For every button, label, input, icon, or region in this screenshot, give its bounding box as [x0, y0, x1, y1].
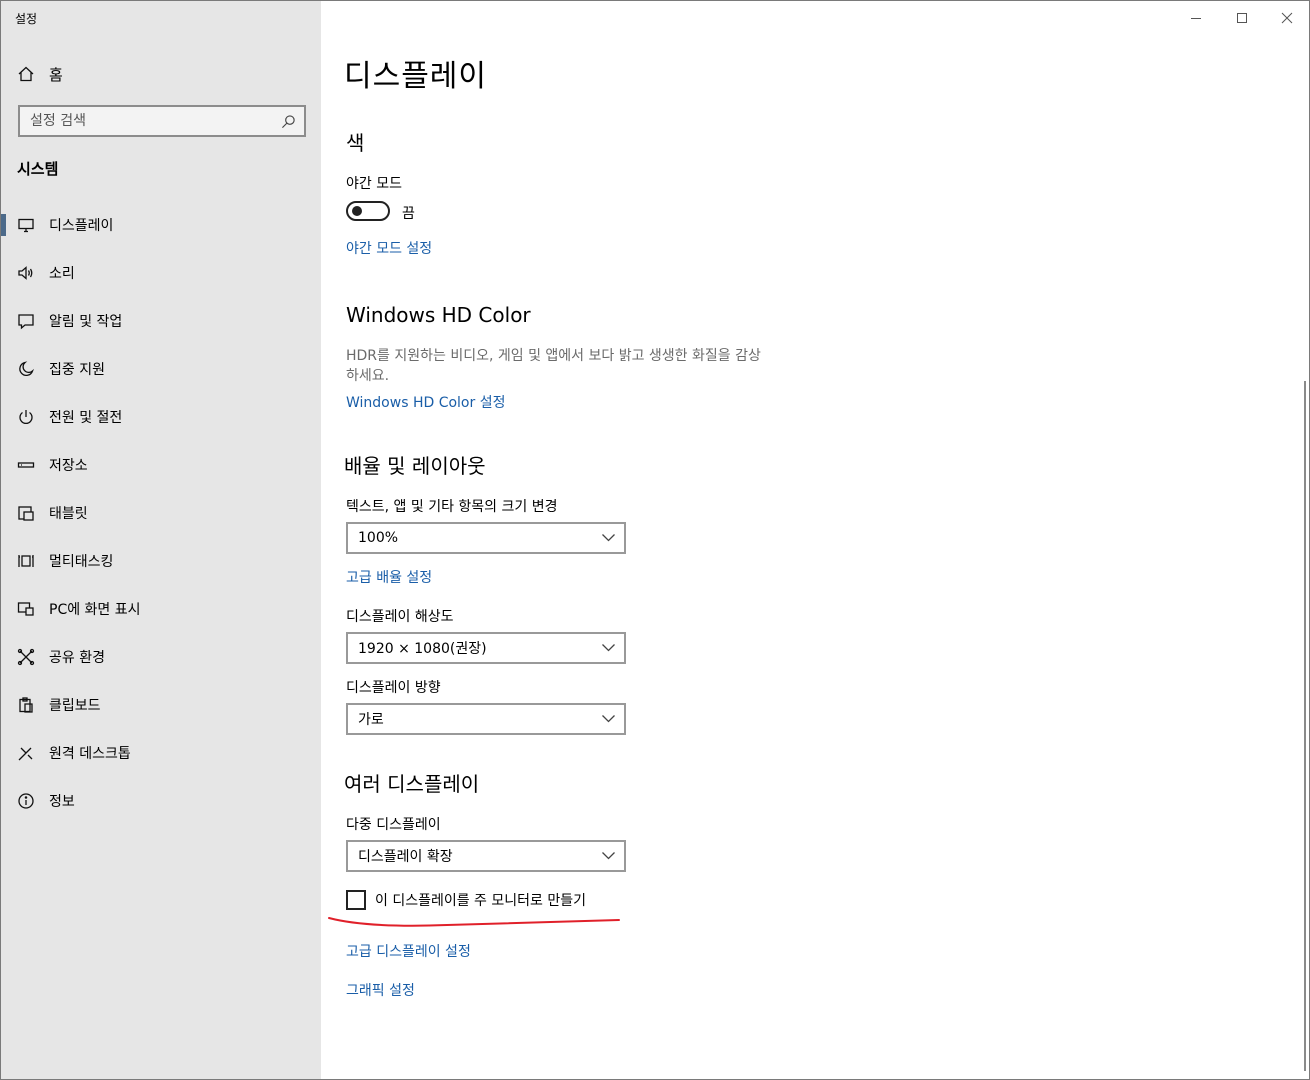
sidebar-item-clipboard[interactable]: 클립보드	[1, 681, 321, 729]
sidebar-item-label: 알림 및 작업	[49, 314, 123, 330]
sidebar-item-remote-desktop[interactable]: 원격 데스크톱	[1, 729, 321, 777]
page-title: 디스플레이	[344, 59, 487, 94]
remote-desktop-icon	[17, 744, 35, 762]
project-icon	[17, 600, 35, 618]
sidebar-item-shared-experience[interactable]: 공유 환경	[1, 633, 321, 681]
sidebar-item-label: 집중 지원	[49, 362, 105, 378]
hd-color-section-title: Windows HD Color	[346, 303, 531, 327]
sidebar-item-label: 디스플레이	[49, 218, 114, 234]
hd-color-settings-link[interactable]: Windows HD Color 설정	[346, 392, 505, 412]
clipboard-icon	[17, 696, 35, 714]
sidebar-item-label: 정보	[49, 794, 75, 810]
multitasking-icon	[17, 552, 35, 570]
sidebar-item-focus-assist[interactable]: 집중 지원	[1, 345, 321, 393]
sidebar-item-label: 멀티태스킹	[49, 554, 114, 570]
scale-dropdown[interactable]: 100%	[346, 522, 626, 554]
search-box[interactable]	[18, 105, 306, 137]
orientation-value: 가로	[358, 712, 384, 728]
scale-value: 100%	[358, 530, 399, 546]
sidebar-item-label: 소리	[49, 266, 75, 282]
night-light-label: 야간 모드	[346, 176, 402, 192]
advanced-scale-link[interactable]: 고급 배율 설정	[346, 567, 432, 587]
sidebar-item-about[interactable]: 정보	[1, 777, 321, 825]
sidebar-item-storage[interactable]: 저장소	[1, 441, 321, 489]
graphics-settings-link[interactable]: 그래픽 설정	[346, 980, 415, 1000]
chevron-down-icon	[602, 852, 615, 860]
power-icon	[17, 408, 35, 426]
moon-icon	[17, 360, 35, 378]
section-title-system: 시스템	[17, 160, 59, 178]
storage-icon	[17, 456, 35, 474]
speaker-icon	[17, 264, 35, 282]
sidebar-item-display[interactable]: 디스플레이	[1, 201, 321, 249]
scale-section-title: 배율 및 레이아웃	[344, 454, 486, 478]
home-button[interactable]: 홈	[17, 62, 63, 86]
orientation-dropdown[interactable]: 가로	[346, 703, 626, 735]
shared-experience-icon	[17, 648, 35, 666]
multi-display-section-title: 여러 디스플레이	[344, 772, 480, 796]
resolution-label: 디스플레이 해상도	[346, 609, 454, 625]
sidebar-item-project[interactable]: PC에 화면 표시	[1, 585, 321, 633]
sidebar-item-label: PC에 화면 표시	[49, 602, 141, 618]
sidebar-item-multitasking[interactable]: 멀티태스킹	[1, 537, 321, 585]
sidebar-item-label: 전원 및 절전	[49, 410, 123, 426]
settings-window: 설정 홈 시스템 디스플레이	[0, 0, 1310, 1080]
chevron-down-icon	[602, 715, 615, 723]
night-light-toggle[interactable]	[346, 201, 390, 221]
hd-color-description-line2: 하세요.	[346, 368, 390, 384]
toggle-knob	[352, 206, 362, 216]
hd-color-description-line1: HDR를 지원하는 비디오, 게임 및 앱에서 보다 밝고 생생한 화질을 감상	[346, 348, 761, 364]
window-title: 설정	[15, 12, 38, 26]
sidebar-nav: 디스플레이 소리 알림 및 작업 집중 지원 전원 및 절전 저장소 태블릿 멀…	[1, 201, 321, 825]
color-section-title: 색	[346, 131, 365, 155]
night-light-state: 끔	[402, 206, 415, 222]
search-input[interactable]	[30, 113, 270, 129]
sidebar-item-power[interactable]: 전원 및 절전	[1, 393, 321, 441]
home-label: 홈	[49, 65, 63, 84]
sidebar-item-notifications[interactable]: 알림 및 작업	[1, 297, 321, 345]
orientation-label: 디스플레이 방향	[346, 680, 441, 696]
multi-display-value: 디스플레이 확장	[358, 849, 453, 865]
home-icon	[18, 66, 34, 82]
tablet-icon	[17, 504, 35, 522]
resolution-dropdown[interactable]: 1920 × 1080(권장)	[346, 632, 626, 664]
sidebar-item-label: 태블릿	[49, 506, 88, 522]
sidebar-item-label: 원격 데스크톱	[49, 746, 131, 762]
notification-icon	[17, 312, 35, 330]
sidebar-item-tablet[interactable]: 태블릿	[1, 489, 321, 537]
sidebar-item-label: 클립보드	[49, 698, 101, 714]
scale-label: 텍스트, 앱 및 기타 항목의 크기 변경	[346, 499, 558, 515]
multi-display-label: 다중 디스플레이	[346, 817, 441, 833]
monitor-icon	[17, 216, 35, 234]
chevron-down-icon	[602, 534, 615, 542]
info-icon	[17, 792, 35, 810]
sidebar-item-sound[interactable]: 소리	[1, 249, 321, 297]
multi-display-dropdown[interactable]: 디스플레이 확장	[346, 840, 626, 872]
resolution-value: 1920 × 1080(권장)	[358, 641, 487, 657]
advanced-display-settings-link[interactable]: 고급 디스플레이 설정	[346, 941, 471, 961]
sidebar-item-label: 공유 환경	[49, 650, 105, 666]
night-light-settings-link[interactable]: 야간 모드 설정	[346, 238, 432, 258]
hd-color-description: HDR를 지원하는 비디오, 게임 및 앱에서 보다 밝고 생생한 화질을 감상…	[346, 346, 806, 386]
red-underline-annotation	[328, 917, 620, 927]
sidebar: 설정 홈 시스템 디스플레이	[1, 1, 321, 1079]
search-icon[interactable]	[281, 114, 296, 129]
sidebar-item-label: 저장소	[49, 458, 88, 474]
chevron-down-icon	[602, 644, 615, 652]
